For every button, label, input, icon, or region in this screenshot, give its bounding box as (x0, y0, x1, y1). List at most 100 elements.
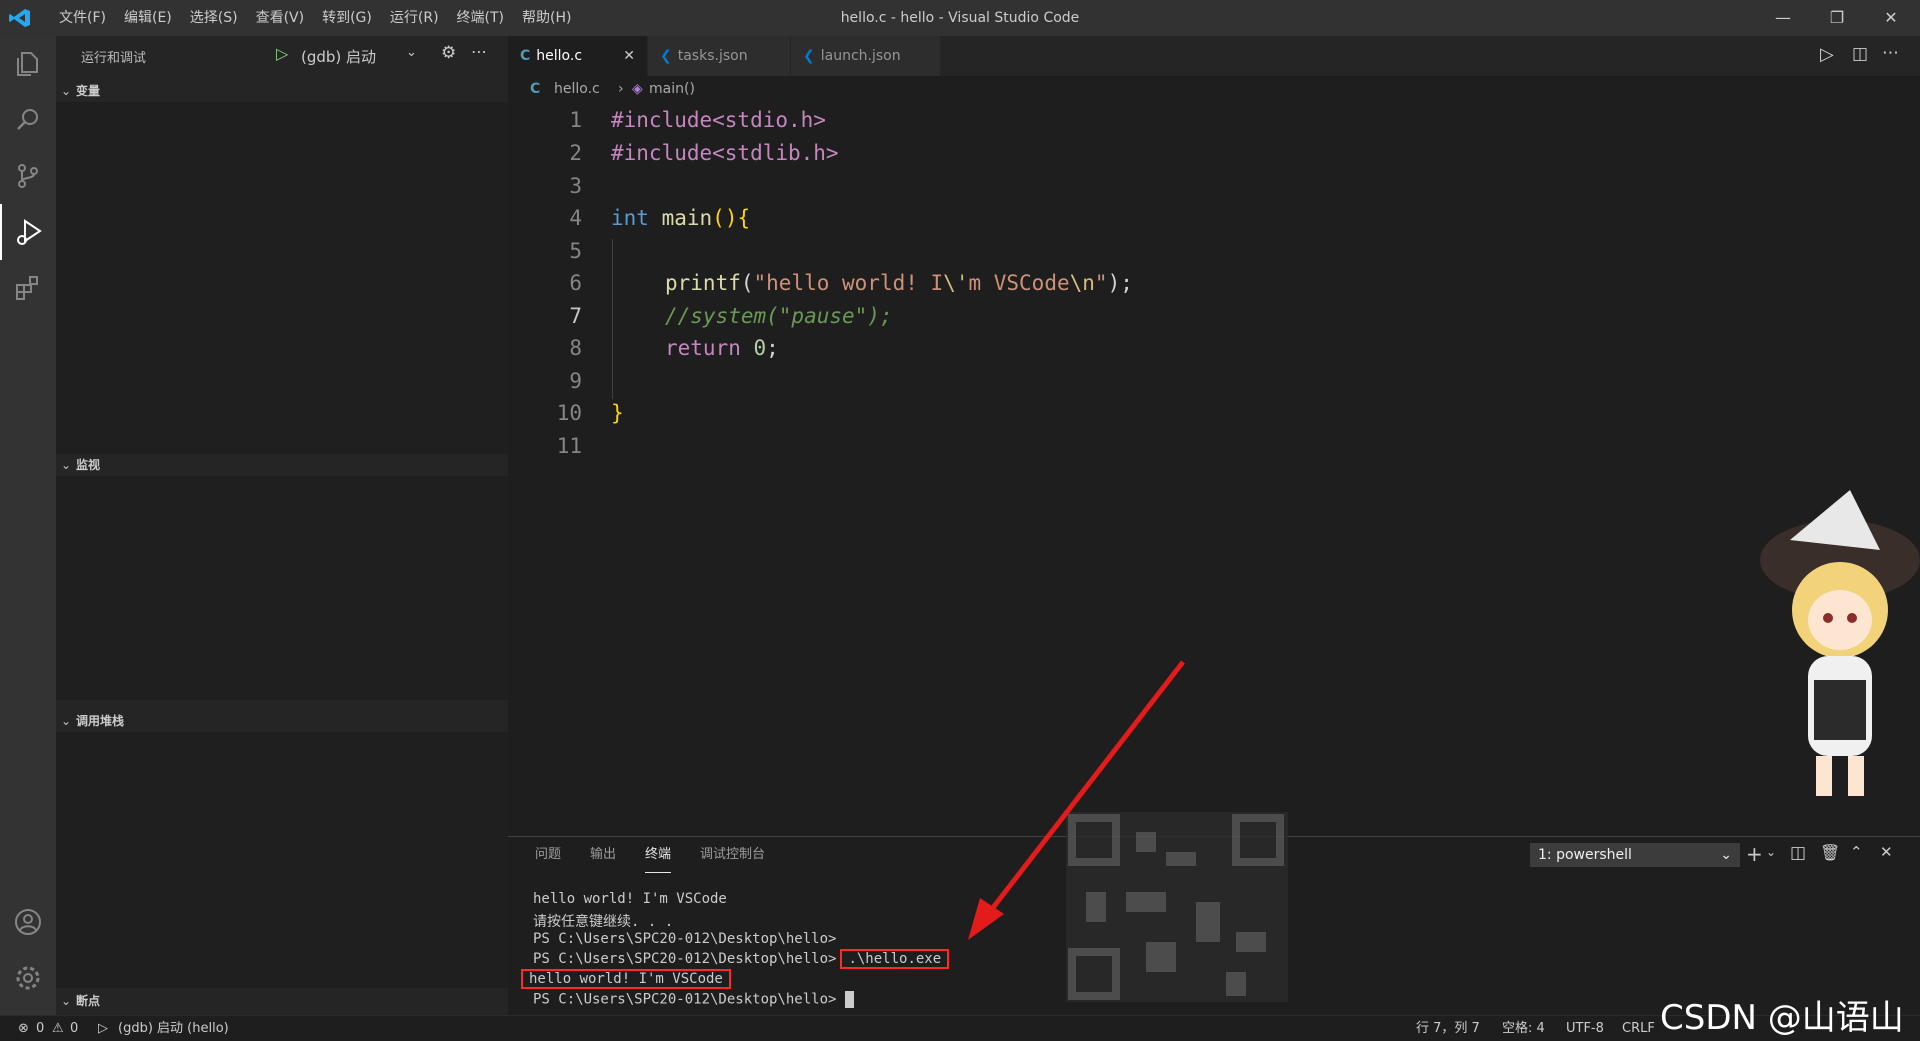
trash-icon[interactable]: 🗑 (1820, 843, 1840, 862)
terminal-prompt[interactable]: PS C:\Users\SPC20-012\Desktop\hello> (533, 991, 854, 1008)
tab-hello-c[interactable]: C hello.c ✕ (508, 36, 648, 76)
minimize-icon[interactable]: — (1760, 0, 1806, 36)
close-tab-icon[interactable]: ✕ (623, 36, 635, 76)
maximize-panel-icon[interactable]: ⌃ (1850, 843, 1863, 861)
vscode-icon: ❮ (660, 48, 672, 64)
code-editor[interactable]: 1 2 3 4 5 6 7 8 9 10 11 #include<stdio.h… (508, 102, 1920, 836)
line-ending[interactable]: CRLF (1622, 1016, 1655, 1041)
error-count[interactable]: 0 (36, 1016, 44, 1041)
terminal-select[interactable]: 1: powershell ⌄ (1530, 843, 1740, 867)
watch-label: 监视 (76, 458, 101, 472)
new-terminal-icon[interactable]: + (1746, 842, 1763, 866)
callstack-label: 调用堆栈 (76, 714, 125, 728)
chevron-down-icon[interactable]: ⌄ (1766, 845, 1776, 859)
run-file-icon[interactable]: ▷ (1820, 44, 1834, 65)
warning-count[interactable]: 0 (70, 1016, 78, 1041)
chevron-down-icon: ⌄ (60, 714, 72, 728)
more-actions-icon[interactable]: ⋯ (1882, 43, 1899, 63)
more-actions-icon[interactable]: ⋯ (471, 42, 487, 61)
line-number: 9 (569, 369, 582, 393)
callstack-section-header[interactable]: ⌄ 调用堆栈 (56, 710, 508, 732)
menu-help[interactable]: 帮助(H) (513, 0, 580, 36)
chevron-down-icon: ⌄ (60, 458, 72, 472)
cursor-position[interactable]: 行 7，列 7 (1416, 1016, 1480, 1041)
debug-config-select[interactable]: (gdb) 启动 (301, 46, 376, 67)
watch-panel (56, 476, 508, 700)
menu-terminal[interactable]: 终端(T) (448, 0, 513, 36)
variables-section-header[interactable]: ⌄ 变量 (56, 80, 508, 102)
line-number: 6 (569, 271, 582, 295)
menu-file[interactable]: 文件(F) (50, 0, 115, 36)
code-line-1: #include<stdio.h> (611, 108, 826, 132)
vscode-icon: ❮ (803, 48, 815, 64)
search-icon[interactable] (0, 92, 56, 148)
terminal-line: PS C:\Users\SPC20-012\Desktop\hello> .\he… (533, 949, 950, 969)
menu-selection[interactable]: 选择(S) (181, 0, 247, 36)
chevron-right-icon: › (618, 81, 624, 97)
gear-icon[interactable]: ⚙ (441, 43, 456, 63)
debug-launch-icon: ▷ (98, 1021, 108, 1036)
menu-edit[interactable]: 编辑(E) (115, 0, 181, 36)
close-icon[interactable]: ✕ (1868, 0, 1914, 36)
line-number: 10 (556, 401, 582, 425)
line-number: 3 (569, 174, 582, 198)
breakpoints-label: 断点 (76, 994, 101, 1008)
tab-terminal[interactable]: 终端 (645, 837, 672, 873)
chevron-down-icon: ⌄ (60, 84, 72, 98)
line-number: 11 (556, 434, 582, 458)
indent-guide (612, 239, 613, 399)
code-line-8: return 0; (665, 336, 779, 360)
settings-gear-icon[interactable] (0, 950, 56, 1006)
variables-label: 变量 (76, 84, 101, 98)
chevron-down-icon: ⌄ (60, 994, 72, 1008)
menu-run[interactable]: 运行(R) (381, 0, 448, 36)
breakpoints-section-header[interactable]: ⌄ 断点 (56, 990, 508, 1012)
activity-bar (0, 36, 56, 1015)
highlighted-command: .\hello.exe (840, 949, 950, 969)
error-icon: ⊗ (18, 1021, 29, 1036)
encoding[interactable]: UTF-8 (1566, 1016, 1604, 1041)
terminal-line: 请按任意键继续. . . (533, 914, 674, 930)
callstack-panel (56, 732, 508, 988)
code-line-10: } (611, 401, 624, 425)
sidebar-header: 运行和调试 ▷ (gdb) 启动 ⌄ ⚙ ⋯ (56, 36, 508, 76)
restore-icon[interactable]: ❐ (1814, 0, 1860, 36)
indentation[interactable]: 空格: 4 (1502, 1016, 1545, 1041)
anime-mascot-image (1730, 480, 1920, 820)
split-editor-icon[interactable]: ◫ (1852, 44, 1868, 64)
chevron-down-icon[interactable]: ⌄ (406, 45, 417, 60)
account-icon[interactable] (0, 894, 56, 950)
start-debugging-icon[interactable]: ▷ (276, 44, 288, 63)
split-terminal-icon[interactable]: ◫ (1790, 843, 1806, 863)
line-number: 2 (569, 141, 582, 165)
vscode-logo-icon (9, 9, 30, 27)
tab-debug-console[interactable]: 调试控制台 (700, 837, 765, 873)
tab-label: tasks.json (677, 48, 748, 64)
extensions-icon[interactable] (0, 260, 56, 316)
source-control-icon[interactable] (0, 148, 56, 204)
watch-section-header[interactable]: ⌄ 监视 (56, 454, 508, 476)
terminal-line: PS C:\Users\SPC20-012\Desktop\hello> (533, 931, 837, 947)
debug-status[interactable]: (gdb) 启动 (hello) (118, 1016, 229, 1041)
chevron-down-icon: ⌄ (1720, 847, 1732, 863)
code-line-2: #include<stdlib.h> (611, 141, 839, 165)
warning-icon: ⚠ (52, 1021, 64, 1036)
code-line-7: //system("pause"); (665, 304, 893, 328)
menu-go[interactable]: 转到(G) (313, 0, 381, 36)
tab-launch-json[interactable]: ❮ launch.json (791, 36, 941, 76)
close-panel-icon[interactable]: ✕ (1880, 843, 1893, 861)
breadcrumb-file[interactable]: hello.c (554, 76, 600, 102)
status-bar: ⊗ 0 ⚠ 0 ▷ (gdb) 启动 (hello) 行 7，列 7 空格: 4… (0, 1015, 1920, 1041)
tab-tasks-json[interactable]: ❮ tasks.json (648, 36, 791, 76)
terminal-select-value: 1: powershell (1538, 847, 1632, 863)
menu-bar: 文件(F) 编辑(E) 选择(S) 查看(V) 转到(G) 运行(R) 终端(T… (50, 0, 580, 36)
explorer-icon[interactable] (0, 36, 56, 92)
tab-output[interactable]: 输出 (590, 837, 616, 873)
code-line-6: printf("hello world! I\'m VSCode\n"); (665, 271, 1133, 295)
c-file-icon: C (530, 81, 541, 97)
menu-view[interactable]: 查看(V) (247, 0, 314, 36)
breadcrumb-symbol[interactable]: main() (649, 76, 695, 102)
run-debug-icon[interactable] (0, 204, 56, 260)
tab-problems[interactable]: 问题 (535, 837, 561, 873)
line-number: 8 (569, 336, 582, 360)
